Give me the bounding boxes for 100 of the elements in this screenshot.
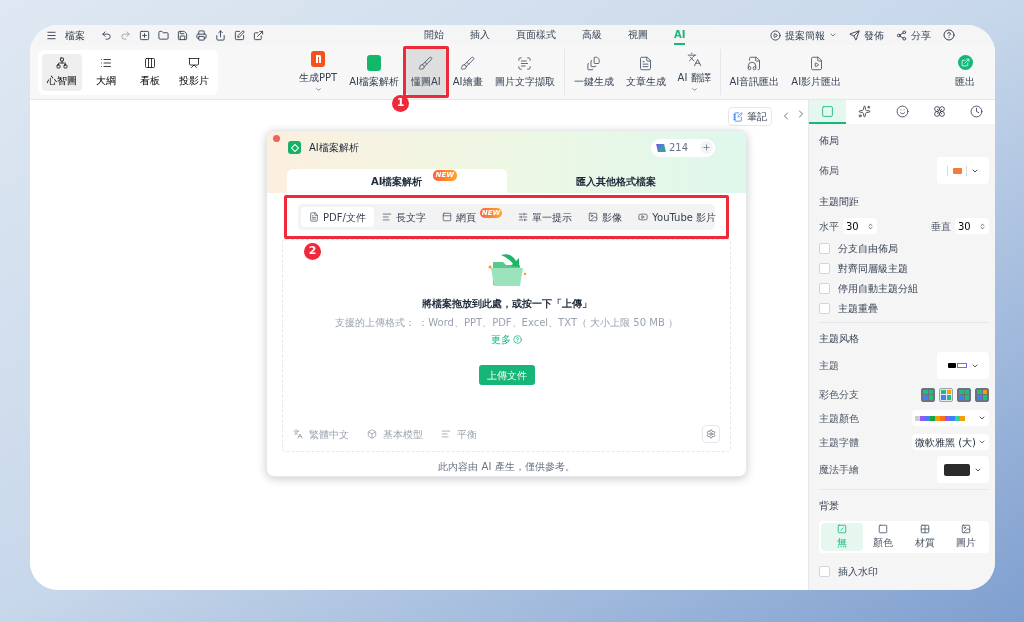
- menu-tab[interactable]: 高級: [582, 25, 602, 45]
- file-menu[interactable]: 檔案: [65, 27, 85, 43]
- theme-preview-icon: [947, 363, 967, 368]
- export-button[interactable]: 匯出: [955, 55, 975, 89]
- menu-icon[interactable]: [46, 29, 57, 41]
- branch-style-option[interactable]: [939, 387, 953, 402]
- branch-style-option[interactable]: [957, 387, 971, 402]
- ai-tool-button[interactable]: 懂圖AI: [405, 49, 446, 95]
- ai-tool-button[interactable]: 一鍵生成: [568, 49, 619, 95]
- number-field[interactable]: 30: [955, 218, 989, 234]
- stepper-icon[interactable]: [867, 222, 874, 230]
- ai-tool-button[interactable]: AI檔案解析: [344, 49, 404, 95]
- checkbox-label: 對齊同層級主題: [838, 261, 908, 276]
- notes-icon: [733, 111, 743, 122]
- source-tab[interactable]: YouTube 影片: [630, 207, 725, 227]
- caret-icon: [829, 31, 837, 39]
- source-tab[interactable]: 影像: [580, 207, 631, 227]
- theme-select[interactable]: [937, 352, 989, 379]
- menu-tab[interactable]: 開始: [424, 25, 444, 45]
- text-icon: [381, 212, 392, 222]
- dialog-title: AI檔案解析: [309, 141, 359, 155]
- edit-icon[interactable]: [234, 29, 245, 41]
- view-mode-button[interactable]: 大綱: [86, 53, 126, 91]
- ai-tool-button[interactable]: AI 翻譯: [672, 49, 716, 95]
- branch-style-option[interactable]: [975, 387, 989, 402]
- color-palette-icon: [915, 415, 965, 421]
- ai-tool-button[interactable]: AI影片匯出: [786, 49, 847, 95]
- background-option[interactable]: 顏色: [862, 523, 904, 551]
- save-icon[interactable]: [177, 29, 188, 41]
- source-tab[interactable]: 單一提示: [510, 207, 581, 227]
- image-icon: [588, 212, 599, 222]
- view-mode-button[interactable]: 看板: [130, 53, 170, 91]
- language-icon: [293, 429, 303, 439]
- view-mode-button[interactable]: 心智圖: [42, 53, 82, 91]
- dialog-tab[interactable]: 匯入其他格式檔案: [506, 169, 726, 193]
- caret-icon: [978, 438, 986, 446]
- field-label: 彩色分支: [819, 388, 859, 402]
- notes-button[interactable]: 筆記: [728, 107, 772, 126]
- section-title: 背景: [819, 499, 840, 513]
- color-select[interactable]: [912, 410, 989, 426]
- section-title: 主題风格: [819, 332, 860, 346]
- field-label: 魔法手繪: [819, 463, 859, 477]
- outline-icon: [100, 56, 112, 69]
- number-field[interactable]: 30: [843, 218, 877, 234]
- settings-icon[interactable]: [702, 425, 720, 443]
- view-mode-button[interactable]: 投影片: [174, 53, 214, 91]
- add-credits-icon[interactable]: [700, 141, 713, 154]
- redo-icon[interactable]: [120, 29, 131, 41]
- undo-icon[interactable]: [101, 29, 112, 41]
- branch-style-option[interactable]: [921, 387, 935, 402]
- ai-tool-button[interactable]: 圖片文字擷取: [489, 49, 560, 95]
- field-label: 主題: [819, 359, 839, 373]
- background-option[interactable]: 圖片: [945, 523, 987, 551]
- ppt-icon: [311, 51, 326, 67]
- top-action[interactable]: 提案簡報: [770, 27, 837, 43]
- checkbox[interactable]: [819, 565, 830, 577]
- source-tab[interactable]: 長文字: [373, 207, 434, 227]
- top-action[interactable]: 分享: [896, 27, 931, 43]
- checkbox[interactable]: [819, 302, 830, 314]
- hand-drawn-select[interactable]: [937, 456, 989, 483]
- ai-tool-button[interactable]: AI音訊匯出: [724, 49, 785, 95]
- panel-tab[interactable]: [809, 100, 847, 124]
- open-icon[interactable]: [253, 29, 264, 41]
- checkbox[interactable]: [819, 242, 830, 254]
- ai-tool-button[interactable]: 文章生成: [620, 49, 671, 95]
- field-label: 水平: [819, 219, 839, 234]
- top-action[interactable]: 發佈: [849, 27, 884, 43]
- layout-select[interactable]: [937, 157, 989, 184]
- history-icon: [969, 104, 983, 118]
- color-icon: [878, 524, 889, 534]
- font-select[interactable]: 微軟雅黑 (大): [912, 434, 989, 450]
- source-tab[interactable]: PDF/文件: [301, 207, 374, 227]
- caret-icon: [978, 414, 986, 422]
- background-option[interactable]: 材質: [904, 523, 946, 551]
- translate-icon: [686, 51, 702, 67]
- publish-icon: [849, 29, 860, 41]
- ai-tool-button[interactable]: 生成PPT: [294, 49, 343, 95]
- print-icon[interactable]: [196, 29, 207, 41]
- checkbox-label: 分支自由佈局: [838, 241, 898, 256]
- menu-tab[interactable]: 視圖: [628, 25, 648, 45]
- export-icon[interactable]: [215, 29, 226, 41]
- checkbox[interactable]: [819, 282, 830, 294]
- ai-tool-button[interactable]: AI繪畫: [447, 49, 488, 95]
- file-icon: [367, 55, 382, 71]
- folder-icon[interactable]: [158, 29, 169, 41]
- stepper-icon[interactable]: [979, 222, 986, 230]
- menu-tab[interactable]: 頁面樣式: [516, 25, 556, 45]
- article-icon: [638, 55, 654, 71]
- audio-icon: [746, 55, 762, 71]
- new-icon[interactable]: [139, 29, 150, 41]
- checkbox[interactable]: [819, 262, 830, 274]
- export-icon: [957, 55, 973, 70]
- web-icon: [441, 212, 452, 222]
- ocr-icon: [517, 55, 533, 71]
- supported-formats: 支援的上傳格式： ：Word、PPT、PDF、Excel、TXT（ 大小上限 50 MB ）: [335, 316, 678, 330]
- help-icon[interactable]: [943, 29, 955, 41]
- credits-icon: [656, 143, 666, 152]
- menu-tab[interactable]: 插入: [470, 25, 490, 45]
- credits-count: 214: [668, 141, 688, 155]
- ai-disclaimer: 此內容由 AI 產生，僅供參考。: [438, 460, 575, 474]
